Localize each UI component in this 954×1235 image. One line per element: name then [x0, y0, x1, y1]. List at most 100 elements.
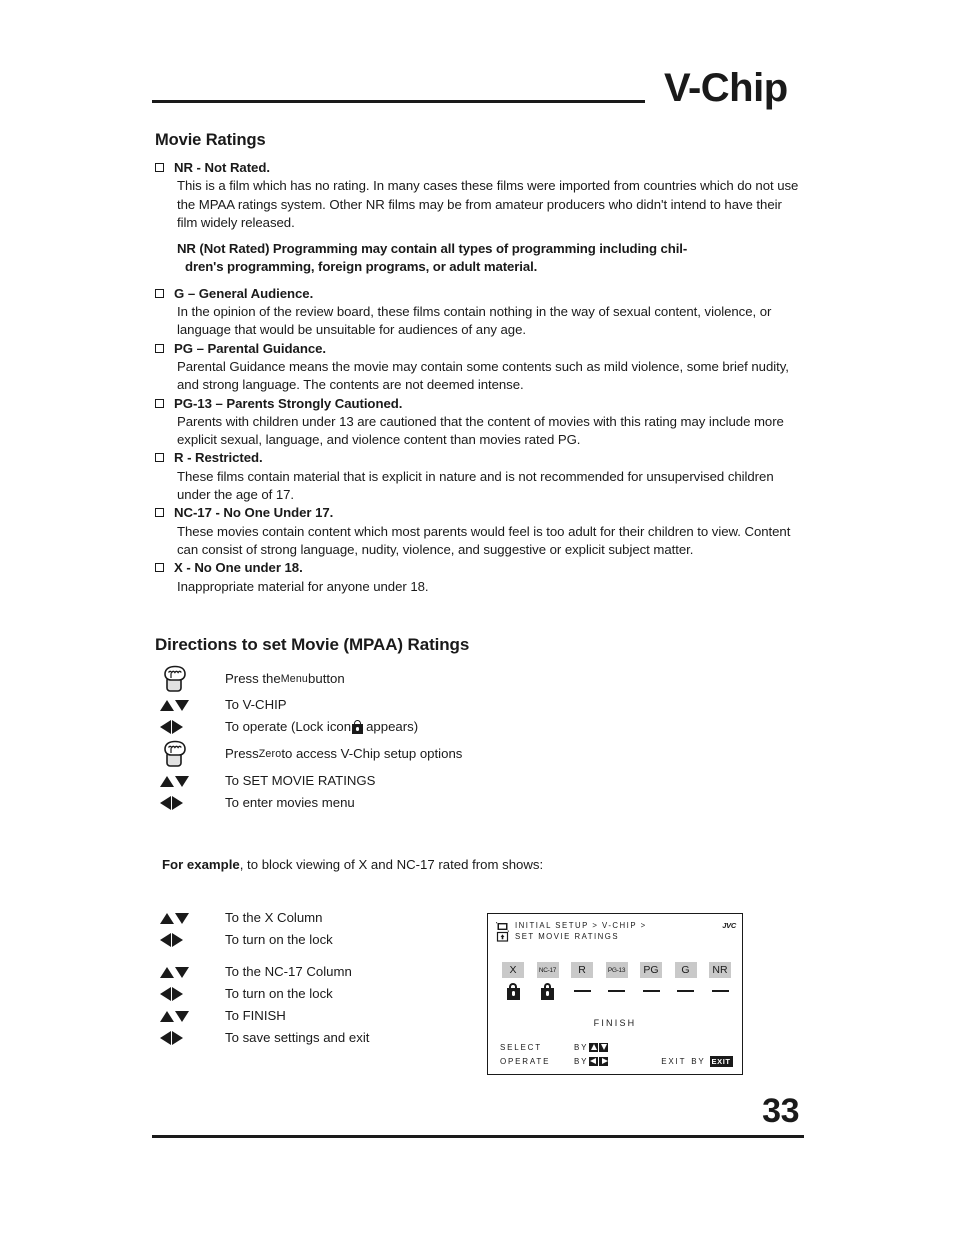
osd-rating-column-nr[interactable]: NR	[708, 962, 732, 1002]
arrow-pair	[160, 933, 183, 947]
rating-term-row: G – General Audience.	[155, 285, 800, 303]
rating-term-row: PG-13 – Parents Strongly Cautioned.	[155, 395, 800, 413]
osd-select-by: BY	[574, 1042, 589, 1052]
dash-icon	[573, 990, 591, 992]
step-text-post: appears)	[366, 719, 419, 734]
osd-rating-state	[506, 980, 520, 1002]
step-text: Press Zero to access V-Chip setup option…	[225, 745, 462, 763]
step-text: To operate (Lock icon appears)	[225, 718, 418, 736]
triangle-right-icon	[172, 1031, 183, 1045]
movie-ratings-heading: Movie Ratings	[155, 131, 266, 149]
list-item: PG – Parental Guidance. Parental Guidanc…	[155, 340, 800, 395]
triangle-up-icon	[160, 699, 174, 711]
rating-term-row: NC-17 - No One Under 17.	[155, 504, 800, 522]
osd-operate-by: BY	[574, 1056, 589, 1066]
list-item: PG-13 – Parents Strongly Cautioned. Pare…	[155, 395, 800, 450]
step-text-post: button	[308, 671, 345, 686]
osd-exit-label: EXIT	[661, 1056, 687, 1066]
rating-term-row: PG – Parental Guidance.	[155, 340, 800, 358]
jvc-logo: JVC	[722, 921, 736, 930]
step-text: To the X Column	[225, 910, 323, 925]
key-down-icon	[599, 1042, 609, 1052]
triangle-up-icon	[160, 912, 174, 924]
step-row: To save settings and exit	[160, 1027, 490, 1049]
checkbox-square-icon	[155, 563, 164, 573]
step-row: To turn on the lock	[160, 929, 490, 951]
step-text-pre: To operate (Lock icon	[225, 719, 352, 734]
checkbox-square-icon	[155, 398, 164, 408]
triangle-left-icon	[160, 1031, 171, 1045]
osd-footer: SELECT BY OPERATE BY EXIT BY EXIT	[500, 1040, 734, 1068]
for-example-bold: For example	[162, 857, 240, 872]
step-text: To FINISH	[225, 1008, 286, 1023]
step-row: Press Zero to access V-Chip setup option…	[160, 738, 590, 770]
checkbox-square-icon	[155, 288, 164, 298]
osd-exit-by: BY	[691, 1056, 706, 1066]
osd-rating-column-r[interactable]: R	[570, 962, 594, 1002]
osd-rating-column-g[interactable]: G	[674, 962, 698, 1002]
triangle-right-icon	[172, 720, 183, 734]
step-text: To turn on the lock	[225, 932, 333, 947]
rating-term-row: NR - Not Rated.	[155, 159, 800, 177]
step-text: To enter movies menu	[225, 795, 355, 810]
osd-rating-label: X	[502, 962, 524, 978]
osd-rating-column-pg13[interactable]: PG-13	[605, 962, 629, 1002]
lock-icon	[541, 982, 554, 1000]
rating-note-line2: dren's programming, foreign programs, or…	[185, 259, 538, 275]
arrow-pair	[160, 966, 189, 978]
rating-note: NR (Not Rated) Programming may contain a…	[177, 240, 800, 277]
key-up-icon	[589, 1042, 599, 1052]
triangle-left-icon	[160, 720, 171, 734]
osd-breadcrumb-line1: INITIAL SETUP > V-CHIP >	[515, 921, 647, 930]
osd-breadcrumb: INITIAL SETUP > V-CHIP > SET MOVIE RATIN…	[515, 921, 722, 942]
checkbox-square-icon	[155, 508, 164, 518]
checkbox-square-icon	[155, 163, 164, 172]
osd-breadcrumb-line2: SET MOVIE RATINGS	[515, 931, 620, 941]
arrow-pair	[160, 796, 183, 810]
manual-page: V-Chip Movie Ratings NR - Not Rated. Thi…	[0, 0, 954, 1235]
osd-finish-button[interactable]: FINISH	[488, 1018, 742, 1028]
rating-term: R - Restricted.	[174, 450, 263, 466]
osd-rating-column-nc17[interactable]: NC-17	[536, 962, 560, 1002]
up-down-arrows-icon	[160, 699, 225, 711]
dash-icon	[608, 990, 625, 992]
left-right-arrows-icon	[160, 796, 225, 810]
rating-term-row: X - No One under 18.	[155, 559, 800, 577]
triangle-down-icon	[175, 966, 189, 978]
header-rule	[152, 100, 645, 103]
step-text-pre: Press the	[225, 671, 281, 686]
osd-select-label: SELECT	[500, 1042, 542, 1052]
directions-steps-list: Press the Menu button To V-CHIP To opera…	[160, 664, 590, 814]
press-hand-icon	[160, 665, 225, 693]
step-text-keyname: Menu	[280, 673, 309, 685]
triangle-down-icon	[175, 1010, 189, 1022]
up-down-arrows-icon	[160, 912, 225, 924]
arrow-pair	[160, 1010, 189, 1022]
rating-note-line1: NR (Not Rated) Programming may contain a…	[177, 241, 688, 257]
osd-rating-state	[541, 980, 554, 1002]
osd-exit-hint: EXIT BY EXIT	[661, 1055, 733, 1067]
list-item: G – General Audience. In the opinion of …	[155, 285, 800, 340]
arrow-pair	[160, 699, 189, 711]
step-text: Press the Menu button	[225, 670, 345, 688]
osd-rating-column-x[interactable]: X	[501, 962, 525, 1002]
osd-rating-label: NC-17	[536, 962, 559, 978]
press-hand-icon	[160, 740, 225, 768]
page-header: V-Chip	[152, 68, 804, 134]
list-item: NR - Not Rated. This is a film which has…	[155, 159, 800, 277]
step-text: To save settings and exit	[225, 1030, 370, 1045]
step-row: Press the Menu button	[160, 664, 590, 694]
rating-description: These films contain material that is exp…	[177, 468, 774, 503]
osd-rating-column-pg[interactable]: PG	[639, 962, 663, 1002]
step-row: To enter movies menu	[160, 792, 590, 814]
left-right-arrows-icon	[160, 933, 225, 947]
step-text-keyname: Zero	[258, 748, 282, 760]
triangle-left-icon	[160, 796, 171, 810]
lock-icon	[352, 720, 364, 734]
triangle-up-icon	[160, 966, 174, 978]
left-right-arrows-icon	[160, 1031, 225, 1045]
osd-select-hint: SELECT BY	[500, 1040, 734, 1054]
key-right-icon	[599, 1056, 609, 1066]
for-example-lead: For example, to block viewing of X and N…	[162, 856, 543, 874]
osd-rating-label: G	[674, 962, 697, 978]
